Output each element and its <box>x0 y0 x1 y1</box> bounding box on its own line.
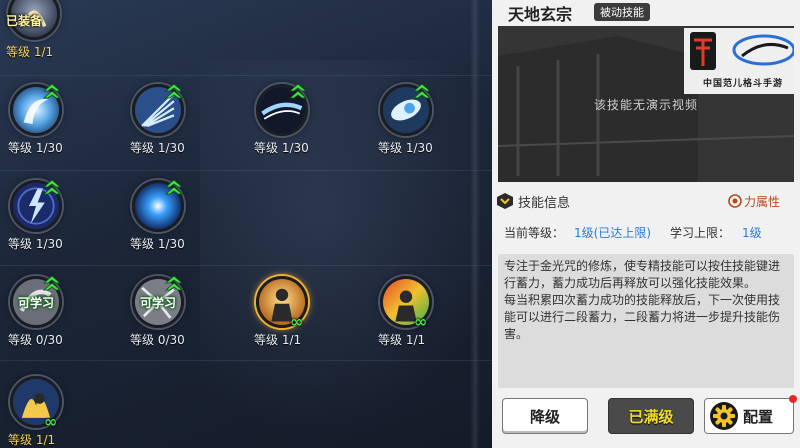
skill-description: 专注于金光咒的修炼，使专精技能可以按住技能键进行蓄力，蓄力成功后再释放可以强化技… <box>498 254 794 388</box>
skill-level: 等级 1/30 <box>378 141 433 155</box>
skill-level: 等级 1/30 <box>130 141 185 155</box>
skill-level: 等级 0/30 <box>8 333 63 347</box>
current-level-label: 当前等级： <box>504 226 565 240</box>
skill-slot[interactable]: 等级 1/30 <box>4 178 114 258</box>
no-video-text: 该技能无演示视频 <box>593 98 698 112</box>
current-level-value: 1级(已达上限) <box>574 226 651 240</box>
panel-divider <box>470 0 480 448</box>
learnable-tag: 可学习 <box>139 296 176 310</box>
upgrade-arrow-icon <box>288 83 308 99</box>
game-logo: 中国范儿格斗手游 <box>684 28 794 94</box>
max-level-label: 学习上限： <box>670 226 731 240</box>
skill-slot[interactable]: ∞ 等级 1/1 <box>374 274 484 354</box>
max-level-value: 1级 <box>742 226 762 240</box>
level-info-row: 当前等级： 1级(已达上限) 学习上限： 1级 <box>492 224 800 244</box>
notification-dot <box>789 395 797 403</box>
config-label: 配置 <box>743 407 774 426</box>
equipped-tag: 已装备 <box>6 14 43 28</box>
infinity-icon: ∞ <box>44 412 58 431</box>
skill-level: 等级 1/1 <box>8 433 56 447</box>
skill-name: 天地玄宗 <box>508 5 573 24</box>
row-separator <box>0 170 492 171</box>
logo-subtitle: 中国范儿格斗手游 <box>702 79 783 89</box>
skill-slot[interactable]: 等级 1/30 <box>4 82 114 162</box>
skill-level: 等级 1/30 <box>8 237 63 251</box>
skill-level: 等级 1/30 <box>130 237 185 251</box>
skill-slot-selected[interactable]: ∞ 等级 1/1 <box>250 274 360 354</box>
upgrade-arrow-icon <box>164 179 184 195</box>
row-separator <box>0 265 492 266</box>
skill-level: 等级 0/30 <box>130 333 185 347</box>
description-paragraph: 每当积累四次蓄力成功的技能释放后，下一次使用技能可以进行二段蓄力，二段蓄力将进一… <box>504 293 781 341</box>
upgrade-arrow-icon <box>42 275 62 291</box>
skill-level: 等级 1/30 <box>8 141 63 155</box>
downgrade-button[interactable]: 降级 <box>502 398 588 434</box>
learnable-tag: 可学习 <box>17 296 54 310</box>
skill-info-header: 技能信息 力属性 <box>492 190 800 212</box>
infinity-icon: ∞ <box>414 312 428 331</box>
row-separator <box>0 75 492 76</box>
skill-slot[interactable]: 等级 1/30 <box>126 82 236 162</box>
upgrade-arrow-icon <box>164 275 184 291</box>
skill-detail-panel: 天地玄宗 被动技能 该技能无演示视频 中国范儿格斗手游 技能信息 力属性 当前等… <box>492 0 800 448</box>
skill-video-preview: 该技能无演示视频 中国范儿格斗手游 <box>498 26 794 182</box>
upgrade-arrow-icon <box>42 179 62 195</box>
upgrade-arrow-icon <box>42 83 62 99</box>
skill-slot-equipped[interactable]: 已装备 等级 1/1 <box>2 0 112 66</box>
gear-icon <box>710 402 738 430</box>
upgrade-arrow-icon <box>412 83 432 99</box>
skill-slot-learnable[interactable]: 可学习 等级 0/30 <box>126 274 236 354</box>
skill-slot[interactable]: 等级 1/30 <box>126 178 236 258</box>
game-logo-icon <box>690 32 794 70</box>
skill-type-tag: 被动技能 <box>594 3 650 21</box>
infinity-icon: ∞ <box>290 312 304 331</box>
skill-level: 等级 1/1 <box>254 333 302 347</box>
config-button[interactable]: 配置 <box>704 395 797 434</box>
skill-info-title: 技能信息 <box>518 196 571 211</box>
skill-level: 等级 1/30 <box>254 141 309 155</box>
skill-info-icon <box>497 193 513 209</box>
attribute-label: 力属性 <box>744 195 781 209</box>
skill-slot[interactable]: 等级 1/30 <box>250 82 360 162</box>
skill-level: 等级 1/1 <box>6 45 54 59</box>
maxed-button[interactable]: 已满级 <box>608 398 694 434</box>
skill-grid-panel: 已装备 等级 1/1 等级 1/30 等级 1/30 等级 1/30 等级 1/… <box>0 0 492 448</box>
strength-attribute-icon <box>728 194 742 208</box>
detail-header: 天地玄宗 被动技能 <box>492 0 800 24</box>
description-paragraph: 专注于金光咒的修炼，使专精技能可以按住技能键进行蓄力，蓄力成功后再释放可以强化技… <box>504 259 781 290</box>
skill-slot-learnable[interactable]: 可学习 等级 0/30 <box>4 274 114 354</box>
skill-slot[interactable]: ∞ 等级 1/1 <box>4 374 114 448</box>
skill-level: 等级 1/1 <box>378 333 426 347</box>
row-separator <box>0 360 492 361</box>
skill-slot[interactable]: 等级 1/30 <box>374 82 484 162</box>
upgrade-arrow-icon <box>164 83 184 99</box>
